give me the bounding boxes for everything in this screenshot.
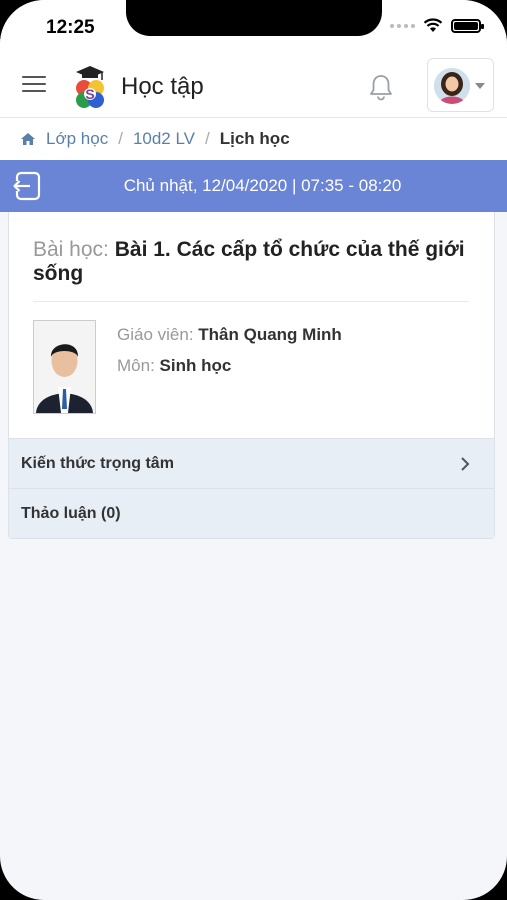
subject-label: Môn: xyxy=(117,356,155,375)
phone-screen: 12:25 S Học tập Lớp học / 10d2 LV / Lịch… xyxy=(0,0,507,900)
user-menu[interactable] xyxy=(427,58,494,112)
section-label: Kiến thức trọng tâm xyxy=(21,454,174,472)
subject-name: Sinh học xyxy=(159,356,232,375)
app-logo: S xyxy=(76,66,104,108)
lesson-title: Bài học: Bài 1. Các cấp tổ chức của thế … xyxy=(33,238,473,286)
breadcrumb-link-class-name[interactable]: 10d2 LV xyxy=(133,129,195,149)
teacher-label: Giáo viên: xyxy=(117,325,194,344)
breadcrumb-separator: / xyxy=(118,129,123,148)
svg-text:S: S xyxy=(85,86,94,102)
breadcrumb-current: Lịch học xyxy=(219,129,290,148)
teacher-photo xyxy=(33,320,96,414)
section-label: Thảo luận (0) xyxy=(21,504,121,522)
signal-icon xyxy=(390,23,415,28)
breadcrumb: Lớp học / 10d2 LV / Lịch học xyxy=(0,118,507,160)
bell-icon[interactable] xyxy=(368,73,394,101)
hamburger-icon[interactable] xyxy=(22,76,46,94)
breadcrumb-separator: / xyxy=(205,129,210,148)
app-header: S Học tập xyxy=(0,54,507,118)
lesson-label: Bài học: xyxy=(33,238,109,261)
divider xyxy=(33,301,469,302)
battery-icon xyxy=(451,18,484,33)
teacher-name: Thân Quang Minh xyxy=(198,325,342,344)
user-avatar xyxy=(434,68,470,104)
notch xyxy=(126,0,382,36)
subject-row: Môn: Sinh học xyxy=(117,356,231,376)
breadcrumb-link-class[interactable]: Lớp học xyxy=(46,129,108,149)
home-icon[interactable] xyxy=(20,132,36,146)
date-bar: Chủ nhật, 12/04/2020 | 07:35 - 08:20 xyxy=(0,160,507,212)
status-icons xyxy=(390,18,484,33)
teacher-row: Giáo viên: Thân Quang Minh xyxy=(117,325,342,345)
chevron-right-icon xyxy=(461,457,470,471)
section-discussion[interactable]: Thảo luận (0) xyxy=(9,488,494,538)
lesson-card: Bài học: Bài 1. Các cấp tổ chức của thế … xyxy=(8,212,495,539)
wifi-icon xyxy=(423,18,443,32)
app-title: Học tập xyxy=(121,73,204,100)
section-key-knowledge[interactable]: Kiến thức trọng tâm xyxy=(9,438,494,488)
status-time: 12:25 xyxy=(46,17,95,38)
lesson-datetime: Chủ nhật, 12/04/2020 | 07:35 - 08:20 xyxy=(123,176,402,195)
chevron-down-icon xyxy=(475,83,485,89)
